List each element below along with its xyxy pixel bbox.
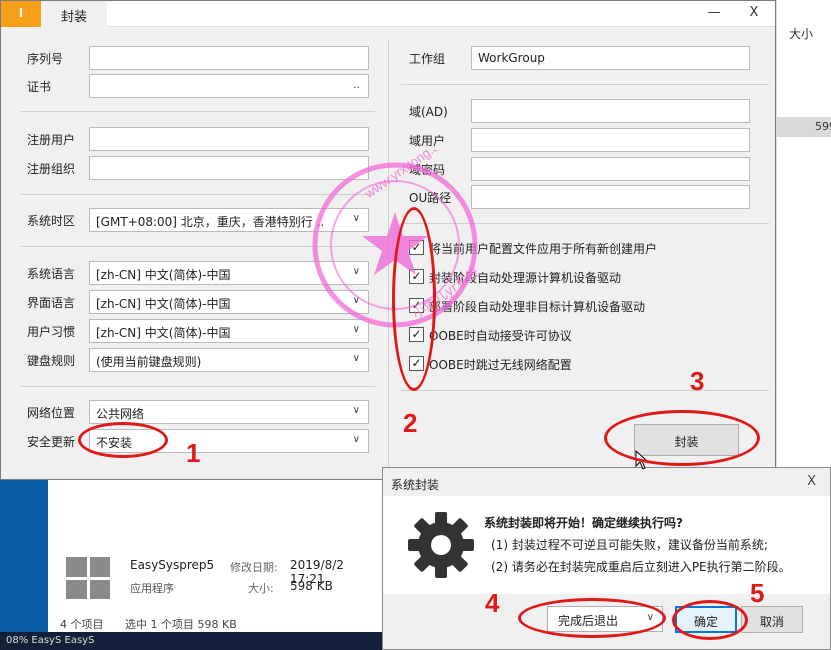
divider — [401, 84, 769, 85]
cert-input[interactable]: .. — [89, 74, 369, 98]
ou-input[interactable] — [471, 185, 750, 209]
annotation-ellipse-security — [78, 422, 168, 458]
serial-input[interactable] — [89, 46, 369, 70]
divider — [21, 111, 375, 112]
minimize-button[interactable]: — — [699, 3, 729, 25]
workgroup-label: 工作组 — [409, 52, 446, 66]
status-bar: 4 个项目 选中 1 个项目 598 KB — [60, 616, 255, 632]
annotation-ellipse-ok — [672, 600, 748, 640]
dialog-line-1: (1) 封装过程不可逆且可能失败，建议备份当前系统; — [491, 538, 768, 552]
cert-browse-button[interactable]: .. — [353, 78, 360, 91]
annotation-ellipse-checks — [392, 207, 436, 391]
serial-row: 序列号 — [27, 46, 369, 70]
cert-label: 证书 — [27, 80, 52, 94]
network-label: 网络位置 — [27, 406, 76, 420]
desktop-background — [0, 480, 48, 650]
domain-user-input[interactable] — [471, 128, 750, 152]
close-button[interactable]: X — [739, 3, 769, 25]
check-label: OOBE时跳过无线网络配置 — [429, 358, 572, 372]
title-bar: I 封装 — X — [1, 1, 775, 27]
reg-user-input[interactable] — [89, 127, 369, 151]
annotation-number-2: 2 — [403, 408, 418, 438]
divider — [401, 390, 769, 391]
domain-user-label: 域用户 — [409, 134, 446, 148]
dialog-heading: 系统封装即将开始！确定继续执行吗? — [484, 516, 683, 530]
keyboard-label: 键盘规则 — [27, 354, 76, 368]
workgroup-row: 工作组 WorkGroup — [409, 46, 751, 70]
annotation-number-3: 3 — [690, 366, 705, 396]
size-cell: 599 — [777, 117, 831, 137]
keyboard-select[interactable]: (使用当前键盘规则) — [89, 348, 369, 372]
date-label: 修改日期: — [230, 561, 278, 574]
domain-row: 域(AD) — [409, 99, 751, 123]
domain-label: 域(AD) — [409, 105, 448, 119]
annotation-number-5: 5 — [750, 578, 765, 608]
workgroup-input[interactable]: WorkGroup — [471, 46, 750, 70]
file-explorer: EasySysprep5 应用程序 修改日期: 2019/8/2 17:21 大… — [48, 480, 382, 650]
keyboard-row: 键盘规则 (使用当前键盘规则) — [27, 348, 369, 372]
domain-input[interactable] — [471, 99, 750, 123]
reg-org-label: 注册组织 — [27, 162, 76, 176]
file-type: 应用程序 — [130, 582, 174, 595]
status-item-count: 4 个项目 — [60, 618, 104, 631]
gear-icon — [408, 512, 474, 578]
status-selected: 选中 1 个项目 598 KB — [125, 618, 237, 631]
size-label: 大小: — [248, 582, 274, 595]
cert-row: 证书 .. — [27, 74, 369, 98]
application-icon — [66, 557, 110, 599]
annotation-ellipse-seal — [604, 410, 760, 466]
size-value: 598 KB — [290, 579, 333, 593]
sys-lang-label: 系统语言 — [27, 267, 76, 281]
divider — [21, 386, 375, 387]
security-label: 安全更新 — [27, 435, 76, 449]
reg-user-label: 注册用户 — [27, 133, 76, 147]
tab-seal[interactable]: 封装 — [41, 1, 107, 27]
file-name: EasySysprep5 — [130, 558, 215, 572]
ui-lang-label: 界面语言 — [27, 296, 76, 310]
watermark-text-top: www.yrxitong.com — [361, 150, 456, 202]
domain-user-row: 域用户 — [409, 128, 751, 152]
timezone-label: 系统时区 — [27, 214, 76, 228]
app-badge: I — [1, 1, 41, 27]
reg-user-row: 注册用户 — [27, 127, 369, 151]
annotation-number-4: 4 — [485, 588, 500, 618]
dialog-line-2: (2) 请务必在封装完成重启后立刻进入PE执行第二阶段。 — [491, 560, 791, 574]
taskbar[interactable]: 08% EasyS EasyS — [0, 632, 382, 650]
cancel-button[interactable]: 取消 — [741, 606, 803, 633]
network-row: 网络位置 公共网络 — [27, 400, 369, 424]
file-item-easysysprep[interactable]: EasySysprep5 应用程序 修改日期: 2019/8/2 17:21 大… — [58, 552, 378, 602]
dialog-title: 系统封装 — [391, 478, 440, 492]
dialog-close-button[interactable]: X — [807, 474, 816, 489]
network-select[interactable]: 公共网络 — [89, 400, 369, 424]
user-locale-label: 用户习惯 — [27, 325, 76, 339]
domain-pwd-input[interactable] — [471, 157, 750, 181]
annotation-number-1: 1 — [186, 438, 201, 468]
annotation-ellipse-after — [518, 598, 666, 638]
serial-label: 序列号 — [27, 52, 64, 66]
size-column-header[interactable]: 大小 — [789, 25, 813, 42]
